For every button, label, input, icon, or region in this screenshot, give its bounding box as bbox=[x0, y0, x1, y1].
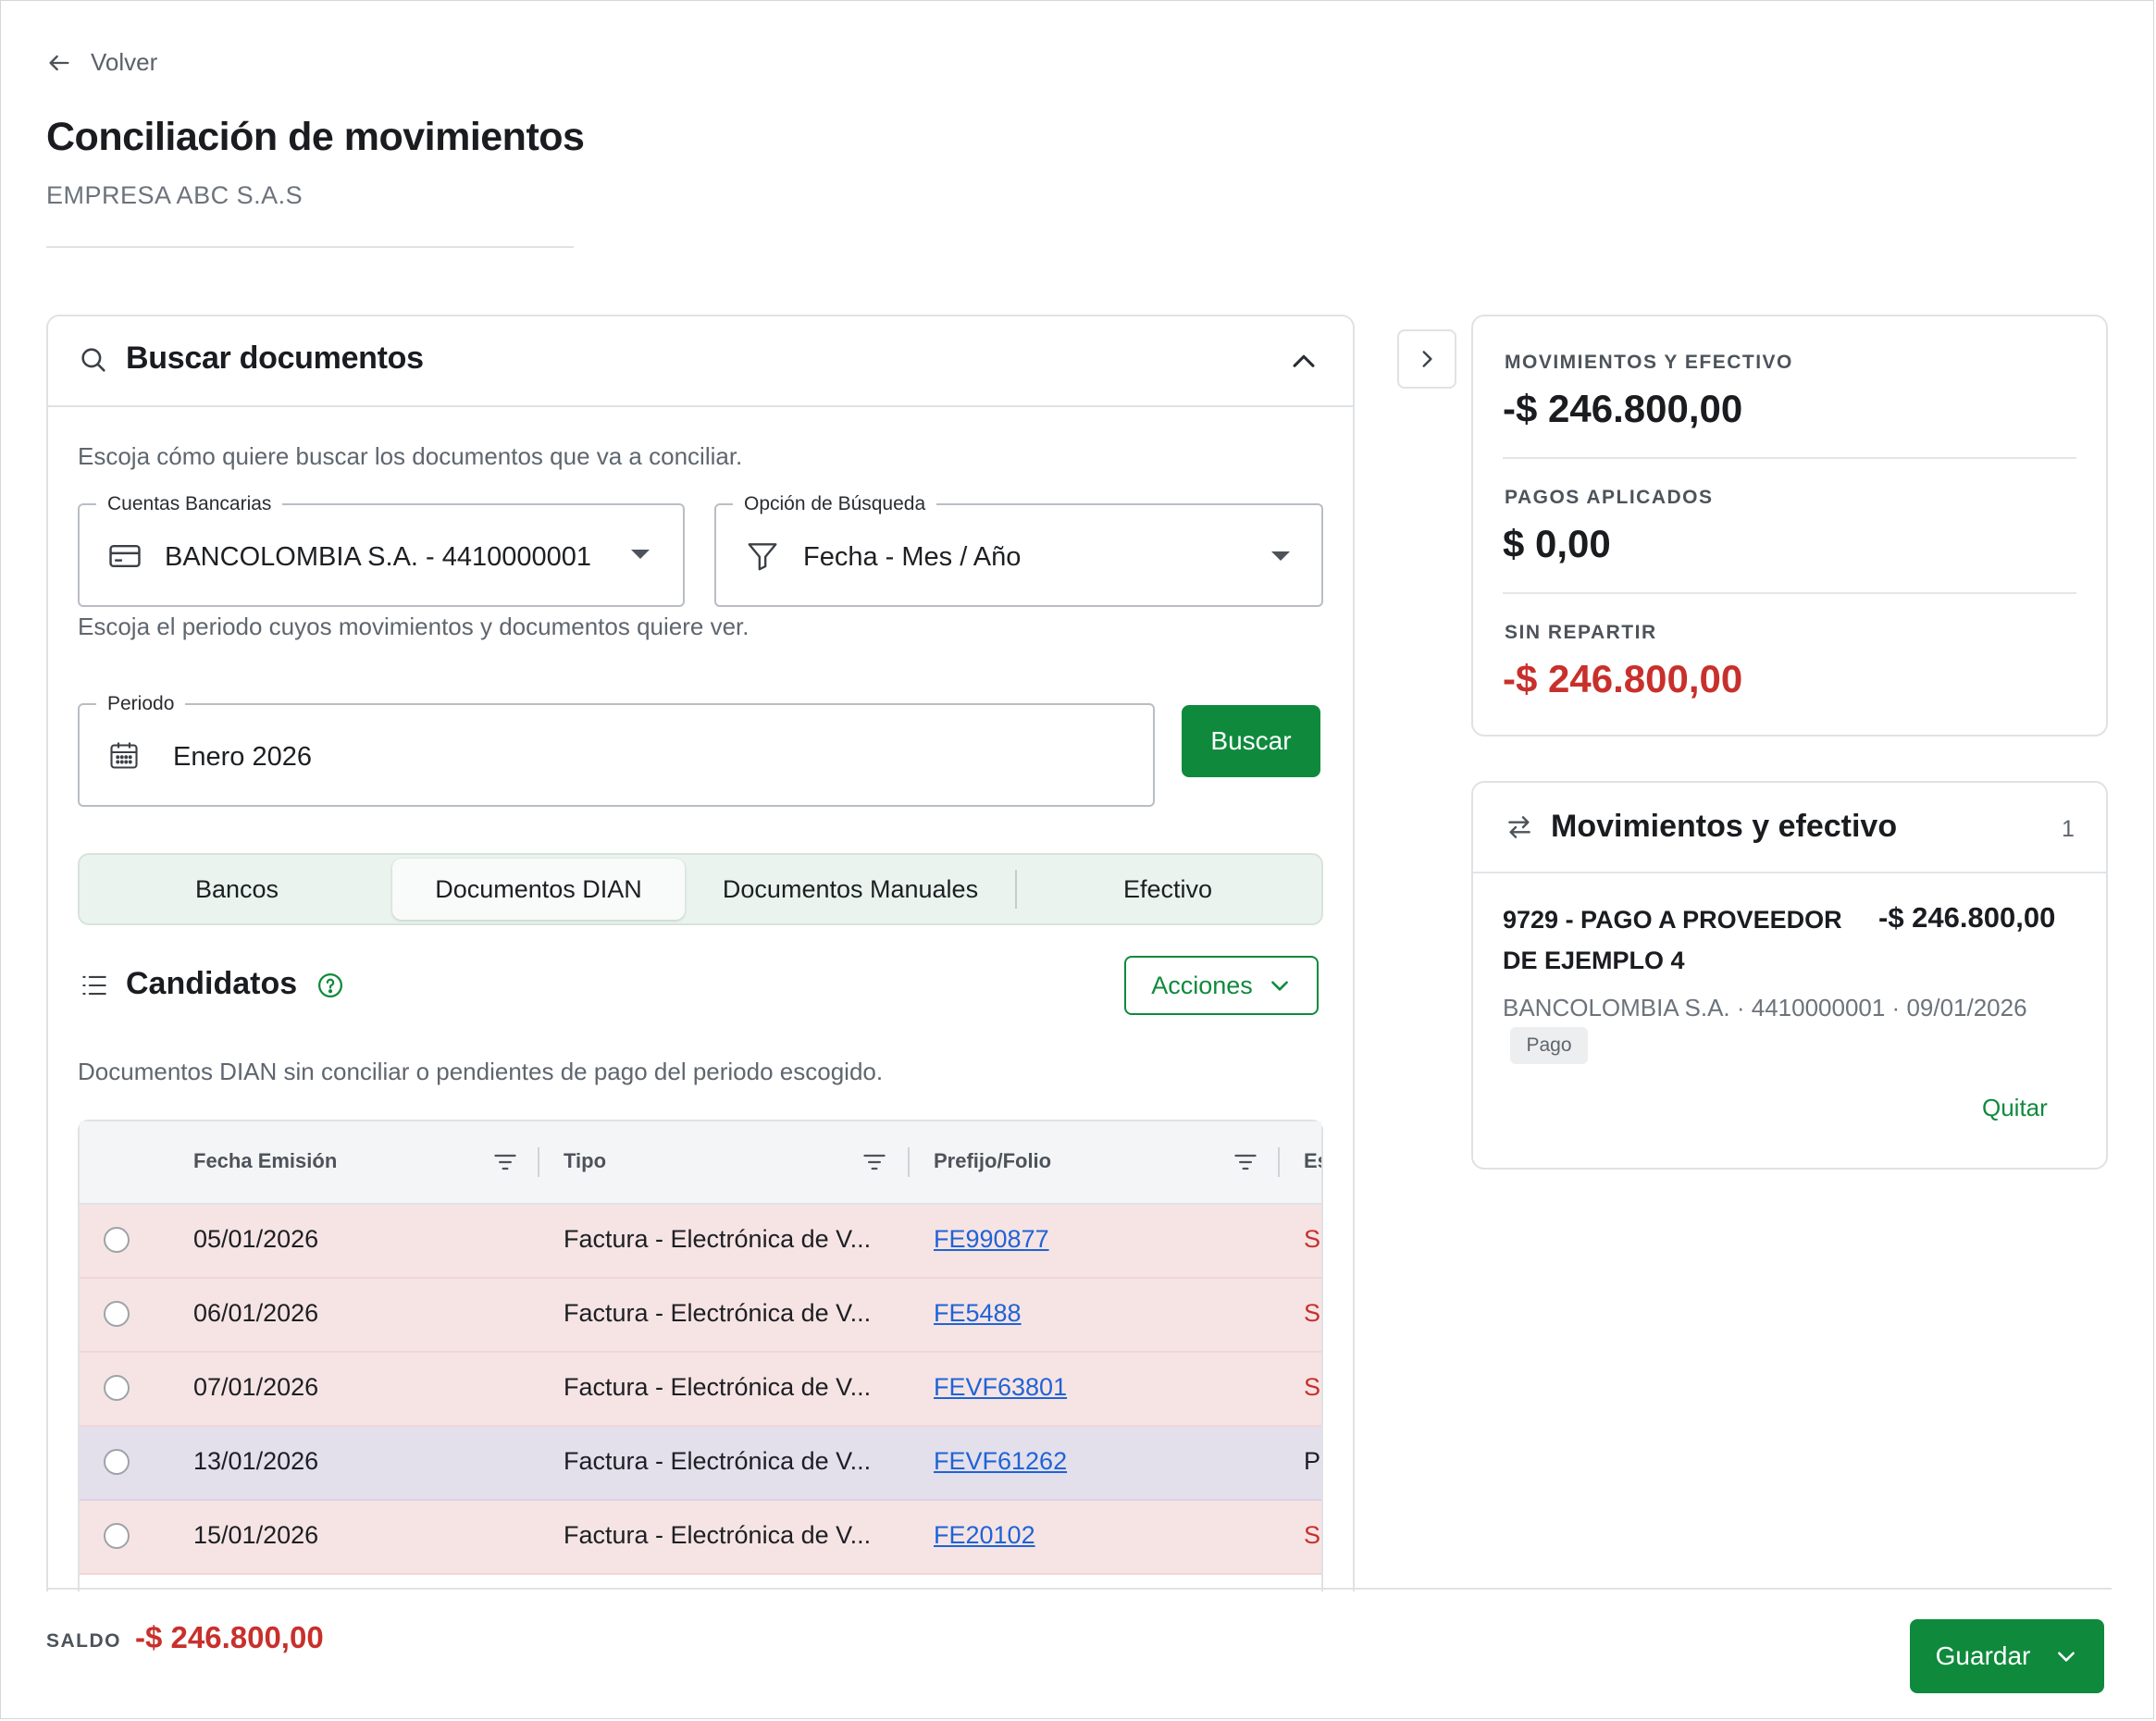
movement-amount: -$ 246.800,00 bbox=[1878, 901, 2056, 934]
row-type: Factura - Electrónica de V... bbox=[564, 1225, 872, 1253]
column-divider bbox=[908, 1147, 910, 1177]
chevron-right-icon bbox=[1415, 347, 1439, 371]
filter-lines-icon[interactable] bbox=[861, 1151, 887, 1173]
row-date: 15/01/2026 bbox=[193, 1521, 319, 1549]
balance-label: SALDO bbox=[46, 1630, 121, 1652]
tab-documentos-manuales[interactable]: Documentos Manuales bbox=[688, 859, 1012, 920]
summary-divider bbox=[1503, 457, 2076, 459]
unallocated-label: SIN REPARTIR bbox=[1505, 622, 1657, 643]
search-hint: Escoja cómo quiere buscar los documentos… bbox=[78, 442, 743, 470]
chevron-up-icon[interactable] bbox=[1288, 346, 1320, 378]
back-label: Volver bbox=[91, 48, 158, 76]
applied-payments-value: $ 0,00 bbox=[1503, 522, 1611, 565]
header-divider bbox=[46, 246, 574, 248]
movements-count: 1 bbox=[2062, 816, 2075, 842]
period-hint: Escoja el periodo cuyos movimientos y do… bbox=[78, 613, 750, 640]
movements-total-label: MOVIMIENTOS Y EFECTIVO bbox=[1505, 352, 1793, 373]
caret-down-icon bbox=[1270, 550, 1292, 563]
balance-value: -$ 246.800,00 bbox=[135, 1620, 324, 1654]
save-label: Guardar bbox=[1935, 1641, 2031, 1670]
remove-movement-button[interactable]: Quitar bbox=[1982, 1094, 2048, 1122]
caret-down-icon bbox=[629, 548, 651, 561]
row-status: S bbox=[1304, 1373, 1321, 1401]
row-type: Factura - Electrónica de V... bbox=[564, 1373, 872, 1401]
page-title: Conciliación de movimientos bbox=[46, 115, 585, 159]
column-header-folio: Prefijo/Folio bbox=[934, 1149, 1052, 1172]
credit-card-icon bbox=[107, 540, 142, 572]
expand-panel-button[interactable] bbox=[1397, 329, 1456, 389]
row-folio-link[interactable]: FE990877 bbox=[934, 1225, 1049, 1254]
row-folio-link[interactable]: FE20102 bbox=[934, 1521, 1035, 1550]
row-date: 06/01/2026 bbox=[193, 1299, 319, 1327]
row-checkbox[interactable] bbox=[104, 1449, 130, 1475]
column-header-estado: Es bbox=[1304, 1149, 1321, 1172]
bank-account-value: BANCOLOMBIA S.A. - 4410000001 bbox=[165, 542, 592, 572]
tab-divider bbox=[1015, 870, 1017, 909]
help-icon[interactable] bbox=[316, 972, 344, 999]
back-link[interactable]: Volver bbox=[46, 48, 157, 77]
row-status: S bbox=[1304, 1225, 1321, 1253]
chevron-down-icon bbox=[1268, 973, 1292, 997]
row-date: 05/01/2026 bbox=[193, 1225, 319, 1253]
column-divider bbox=[1278, 1147, 1280, 1177]
row-type: Factura - Electrónica de V... bbox=[564, 1521, 872, 1549]
movement-type-badge: Pago bbox=[1510, 1027, 1588, 1064]
row-type: Factura - Electrónica de V... bbox=[564, 1447, 872, 1475]
unallocated-value: -$ 246.800,00 bbox=[1503, 657, 1743, 700]
search-option-label: Opción de Búsqueda bbox=[733, 493, 937, 515]
summary-divider bbox=[1503, 592, 2076, 594]
search-button[interactable]: Buscar bbox=[1182, 705, 1320, 777]
company-name: EMPRESA ABC S.A.S bbox=[46, 181, 304, 209]
search-icon bbox=[78, 344, 109, 376]
row-type: Factura - Electrónica de V... bbox=[564, 1299, 872, 1327]
row-folio-link[interactable]: FEVF63801 bbox=[934, 1373, 1067, 1402]
column-header-fecha: Fecha Emisión bbox=[193, 1149, 338, 1172]
row-status: P bbox=[1304, 1447, 1321, 1475]
applied-payments-label: PAGOS APLICADOS bbox=[1505, 487, 1714, 508]
candidates-title: Candidatos bbox=[126, 966, 298, 1001]
footer-divider bbox=[46, 1588, 2112, 1590]
calendar-icon bbox=[107, 738, 141, 772]
bank-account-label: Cuentas Bancarias bbox=[96, 493, 283, 515]
period-value: Enero 2026 bbox=[173, 742, 312, 772]
movement-name: 9729 - PAGO A PROVEEDOR DE EJEMPLO 4 bbox=[1503, 906, 1842, 974]
column-header-tipo: Tipo bbox=[564, 1149, 607, 1172]
filter-icon bbox=[744, 539, 781, 574]
transfer-icon bbox=[1505, 812, 1534, 842]
actions-dropdown[interactable]: Acciones bbox=[1124, 956, 1319, 1015]
tab-documentos-dian[interactable]: Documentos DIAN bbox=[392, 859, 685, 920]
search-card-title: Buscar documentos bbox=[126, 340, 424, 376]
row-status: S bbox=[1304, 1521, 1321, 1549]
candidates-description: Documentos DIAN sin conciliar o pendient… bbox=[78, 1058, 884, 1085]
row-checkbox[interactable] bbox=[104, 1301, 130, 1327]
column-divider bbox=[538, 1147, 539, 1177]
tab-bancos[interactable]: Bancos bbox=[83, 859, 390, 920]
filter-lines-icon[interactable] bbox=[492, 1151, 518, 1173]
chevron-down-icon bbox=[2054, 1644, 2078, 1668]
list-icon bbox=[80, 973, 109, 997]
row-status: S bbox=[1304, 1299, 1321, 1327]
movements-header-divider bbox=[1473, 872, 2106, 873]
save-button[interactable]: Guardar bbox=[1910, 1619, 2104, 1693]
row-checkbox[interactable] bbox=[104, 1227, 130, 1253]
row-date: 07/01/2026 bbox=[193, 1373, 319, 1401]
period-label: Periodo bbox=[96, 693, 186, 715]
row-checkbox[interactable] bbox=[104, 1375, 130, 1401]
row-checkbox[interactable] bbox=[104, 1523, 130, 1549]
movement-meta: BANCOLOMBIA S.A. · 4410000001 · 09/01/20… bbox=[1503, 994, 2027, 1021]
row-date: 13/01/2026 bbox=[193, 1447, 319, 1475]
row-folio-link[interactable]: FE5488 bbox=[934, 1299, 1022, 1328]
tab-efectivo[interactable]: Efectivo bbox=[1018, 859, 1318, 920]
arrow-left-icon bbox=[46, 50, 72, 76]
row-folio-link[interactable]: FEVF61262 bbox=[934, 1447, 1067, 1476]
search-option-value: Fecha - Mes / Año bbox=[803, 542, 1022, 572]
movements-card-title: Movimientos y efectivo bbox=[1551, 809, 1898, 844]
movements-total-value: -$ 246.800,00 bbox=[1503, 387, 1743, 430]
filter-lines-icon[interactable] bbox=[1233, 1151, 1258, 1173]
actions-label: Acciones bbox=[1151, 971, 1253, 999]
